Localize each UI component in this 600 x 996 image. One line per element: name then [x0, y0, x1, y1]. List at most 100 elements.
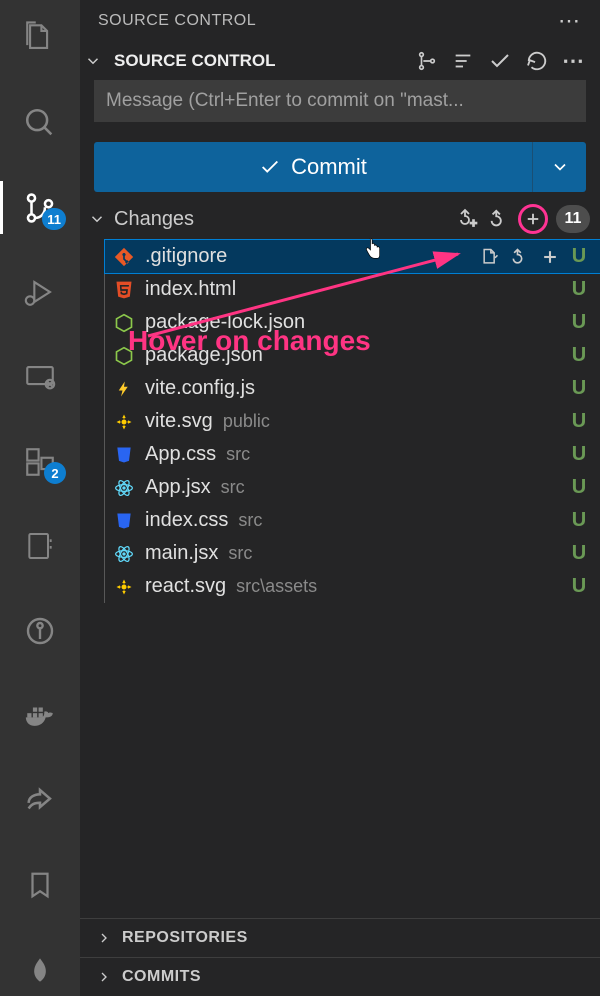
notebook-icon — [24, 530, 56, 562]
commit-button-label: Commit — [291, 154, 367, 180]
remote-icon — [23, 360, 57, 394]
scm-badge: 11 — [42, 208, 66, 230]
search-icon — [23, 106, 57, 140]
file-name: vite.config.js — [145, 377, 255, 400]
discard-icon[interactable] — [510, 247, 530, 267]
gitlens-icon — [24, 615, 56, 647]
footer-sections: REPOSITORIES COMMITS — [80, 918, 600, 996]
section-more-icon[interactable]: ⋯ — [562, 48, 584, 74]
file-row[interactable]: main.jsx src U — [105, 537, 600, 570]
file-status: U — [570, 377, 588, 400]
activity-search[interactable] — [0, 97, 80, 150]
source-control-panel: SOURCE CONTROL ⋯ SOURCE CONTROL ⋯ Messag… — [80, 0, 600, 996]
file-status: U — [570, 245, 588, 268]
activity-bookmark[interactable] — [0, 859, 80, 912]
file-name: App.css — [145, 443, 216, 466]
file-row[interactable]: package.json U — [105, 339, 600, 372]
repositories-section[interactable]: REPOSITORIES — [80, 919, 600, 958]
chevron-right-icon — [96, 930, 112, 946]
file-row[interactable]: vite.config.js U — [105, 372, 600, 405]
commit-dropdown[interactable] — [532, 142, 586, 192]
file-type-icon — [113, 576, 135, 598]
check-icon — [259, 156, 281, 178]
commit-button[interactable]: Commit — [94, 142, 532, 192]
file-row[interactable]: .gitignore U — [105, 240, 600, 273]
refresh-icon[interactable] — [526, 50, 548, 72]
chevron-down-icon — [550, 157, 570, 177]
file-name: App.jsx — [145, 476, 211, 499]
activity-mongo[interactable] — [0, 943, 80, 996]
file-name: package.json — [145, 344, 263, 367]
file-type-icon — [113, 378, 135, 400]
file-type-icon — [113, 543, 135, 565]
file-name: .gitignore — [145, 245, 227, 268]
file-row[interactable]: vite.svg public U — [105, 405, 600, 438]
changes-actions: + 11 — [456, 204, 590, 234]
activity-extensions[interactable]: 2 — [0, 435, 80, 488]
activity-gitlens[interactable] — [0, 605, 80, 658]
commit-message-input[interactable]: Message (Ctrl+Enter to commit on "mast..… — [94, 80, 586, 122]
file-status: U — [570, 311, 588, 334]
view-tree-icon[interactable] — [416, 50, 438, 72]
chevron-down-icon — [88, 210, 106, 228]
activity-debug[interactable] — [0, 266, 80, 319]
file-status: U — [570, 410, 588, 433]
activity-scm[interactable]: 11 — [0, 181, 80, 234]
activity-notebook[interactable] — [0, 520, 80, 573]
chevron-down-icon — [84, 52, 102, 70]
open-file-icon[interactable] — [480, 247, 500, 267]
file-status: U — [570, 278, 588, 301]
file-status: U — [570, 443, 588, 466]
changes-label: Changes — [114, 208, 448, 231]
file-status: U — [570, 476, 588, 499]
file-actions — [480, 247, 560, 267]
file-name: package-lock.json — [145, 311, 305, 334]
svg-text:+: + — [470, 216, 477, 230]
section-title: SOURCE CONTROL — [114, 51, 408, 71]
activity-share[interactable] — [0, 774, 80, 827]
file-path: src — [226, 444, 250, 465]
file-path: src\assets — [236, 576, 317, 597]
commits-section[interactable]: COMMITS — [80, 958, 600, 996]
ext-badge: 2 — [44, 462, 66, 484]
file-list: .gitignore U index.html U package-lock.j… — [104, 240, 600, 603]
bookmark-icon — [25, 868, 55, 902]
debug-icon — [23, 275, 57, 309]
file-name: main.jsx — [145, 542, 218, 565]
file-path: src — [238, 510, 262, 531]
file-row[interactable]: index.html U — [105, 273, 600, 306]
file-path: src — [221, 477, 245, 498]
file-row[interactable]: index.css src U — [105, 504, 600, 537]
stash-icon[interactable]: + — [456, 207, 480, 231]
share-icon — [23, 783, 57, 817]
file-type-icon — [113, 510, 135, 532]
panel-more-icon[interactable]: ⋯ — [558, 8, 582, 34]
file-row[interactable]: react.svg src\assets U — [105, 570, 600, 603]
activity-remote[interactable] — [0, 351, 80, 404]
chevron-right-icon — [96, 969, 112, 985]
file-type-icon — [113, 312, 135, 334]
activity-explorer[interactable] — [0, 12, 80, 65]
commit-check-icon[interactable] — [488, 49, 512, 73]
scm-section-header[interactable]: SOURCE CONTROL ⋯ — [80, 42, 600, 80]
file-type-icon — [113, 444, 135, 466]
file-type-icon — [113, 477, 135, 499]
changes-count: 11 — [556, 205, 590, 233]
discard-all-icon[interactable] — [488, 208, 510, 230]
activity-docker[interactable] — [0, 689, 80, 742]
stage-all-icon[interactable] — [518, 204, 548, 234]
changes-header[interactable]: Changes + 11 — [80, 192, 600, 240]
commit-button-row: Commit — [94, 142, 586, 192]
file-row[interactable]: package-lock.json U — [105, 306, 600, 339]
stage-icon[interactable] — [540, 247, 560, 267]
file-type-icon — [113, 411, 135, 433]
file-type-icon — [113, 246, 135, 268]
file-name: react.svg — [145, 575, 226, 598]
view-list-icon[interactable] — [452, 50, 474, 72]
file-row[interactable]: App.css src U — [105, 438, 600, 471]
file-path: public — [223, 411, 270, 432]
file-row[interactable]: App.jsx src U — [105, 471, 600, 504]
file-name: index.html — [145, 278, 236, 301]
file-status: U — [570, 575, 588, 598]
file-path: src — [228, 543, 252, 564]
